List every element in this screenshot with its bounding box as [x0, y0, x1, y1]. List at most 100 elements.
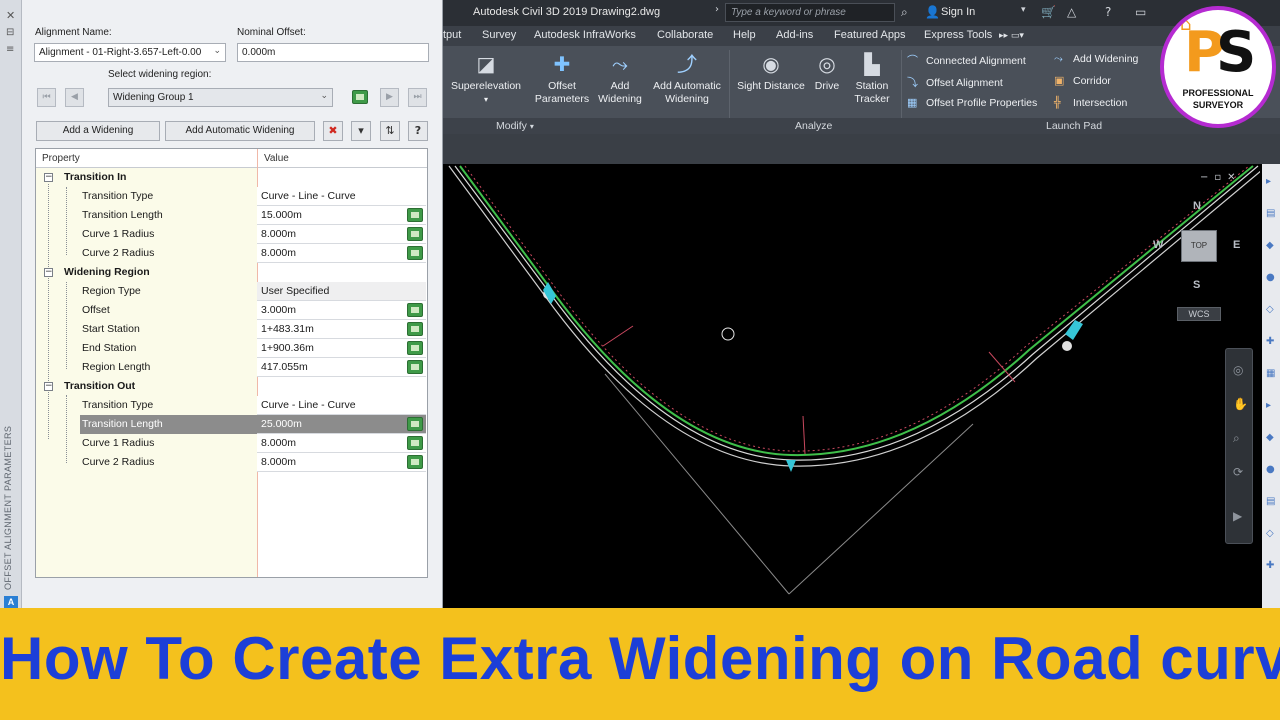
corridor-button[interactable]: ▣ Corridor	[1054, 74, 1111, 87]
chevron-down-icon[interactable]: ▾	[1021, 5, 1026, 15]
tab-express-tools[interactable]: Express Tools	[924, 29, 992, 41]
property-value[interactable]: 8.000m	[257, 244, 426, 263]
sight-distance-button[interactable]: ◉ Sight Distance	[733, 52, 809, 93]
add-automatic-widening-button-ribbon[interactable]: ⤴ Add Automatic Widening	[647, 52, 727, 106]
viewcube-top-face[interactable]: TOP	[1181, 230, 1217, 262]
tool-icon[interactable]: ▸	[1266, 176, 1271, 187]
exchange-icon[interactable]: △	[1067, 5, 1076, 19]
orbit-icon[interactable]: ⟳	[1233, 465, 1243, 479]
pick-from-drawing-icon[interactable]	[407, 360, 423, 374]
tool-icon[interactable]: ●	[1266, 464, 1275, 475]
viewport-controls[interactable]: −▫✕	[1200, 172, 1242, 183]
property-row[interactable]: Curve 2 Radius 8.000m	[36, 244, 427, 263]
tool-icon[interactable]: ◆	[1266, 240, 1274, 251]
pick-from-drawing-icon[interactable]	[407, 455, 423, 469]
pick-from-drawing-icon[interactable]	[407, 322, 423, 336]
close-icon[interactable]: ✕	[6, 9, 15, 22]
property-row[interactable]: Curve 2 Radius 8.000m	[36, 453, 427, 472]
sign-in-link[interactable]: Sign In	[941, 6, 975, 18]
property-value[interactable]: 1+483.31m	[257, 320, 426, 339]
pick-from-drawing-icon[interactable]	[407, 227, 423, 241]
search-input[interactable]: Type a keyword or phrase	[725, 3, 895, 22]
offset-alignment-button[interactable]: ⤵ Offset Alignment	[907, 74, 1003, 90]
minimize-icon[interactable]: ▭	[1135, 5, 1146, 19]
pick-from-drawing-icon[interactable]	[407, 208, 423, 222]
category-row-widening-region[interactable]: − Widening Region	[36, 263, 427, 282]
help-icon[interactable]: ?	[1105, 5, 1111, 19]
binoculars-icon[interactable]: ⌕	[901, 5, 908, 20]
grip-arrow[interactable]	[1065, 320, 1083, 340]
alignment-name-dropdown[interactable]: Alignment - 01-Right-3.657-Left-0.00 ⌄	[34, 43, 226, 62]
viewcube-north[interactable]: N	[1193, 200, 1201, 212]
pick-from-drawing-icon[interactable]	[407, 341, 423, 355]
zoom-icon[interactable]: ⌕	[1233, 431, 1240, 446]
tool-icon[interactable]: ▦	[1266, 368, 1275, 379]
offset-profile-properties-button[interactable]: ▦ Offset Profile Properties	[907, 96, 1037, 109]
collapse-icon[interactable]: −	[44, 382, 53, 391]
property-row[interactable]: Curve 1 Radius 8.000m	[36, 225, 427, 244]
superelevation-button[interactable]: ◪ Superelevation ▾	[448, 52, 524, 106]
tool-icon[interactable]: ◇	[1266, 304, 1274, 315]
add-widening-button-ribbon[interactable]: ⤳ Add Widening	[595, 52, 645, 106]
tool-icon[interactable]: ▤	[1266, 496, 1275, 507]
offset-parameters-button[interactable]: ✚ Offset Parameters	[529, 52, 595, 106]
tab-featured-apps[interactable]: Featured Apps	[834, 29, 906, 41]
tab-output[interactable]: tput	[443, 29, 461, 41]
delete-icon[interactable]: ✖	[323, 121, 343, 141]
pin-icon[interactable]: ⊟	[6, 27, 14, 38]
property-row[interactable]: Transition Type Curve - Line - Curve	[36, 187, 427, 206]
property-value[interactable]: Curve - Line - Curve	[257, 396, 426, 415]
tool-icon[interactable]: ◆	[1266, 432, 1274, 443]
chevron-right-icon[interactable]: ›	[715, 4, 719, 15]
property-row[interactable]: End Station 1+900.36m	[36, 339, 427, 358]
user-icon[interactable]: 👤	[925, 5, 940, 19]
category-row-transition-in[interactable]: − Transition In	[36, 168, 427, 187]
property-row[interactable]: Start Station 1+483.31m	[36, 320, 427, 339]
pick-from-drawing-icon[interactable]	[407, 417, 423, 431]
intersection-button[interactable]: ╬ Intersection	[1054, 96, 1127, 109]
property-value[interactable]: 417.055m	[257, 358, 426, 377]
help-icon[interactable]: ?	[408, 121, 428, 141]
property-value[interactable]: 8.000m	[257, 453, 426, 472]
viewcube-west[interactable]: W	[1153, 239, 1163, 251]
steering-wheel-icon[interactable]: ◎	[1233, 363, 1243, 377]
property-value[interactable]: 3.000m	[257, 301, 426, 320]
tab-survey[interactable]: Survey	[482, 29, 516, 41]
collapse-icon[interactable]: −	[44, 268, 53, 277]
next-region-button[interactable]: ▶	[380, 88, 399, 107]
add-automatic-widening-button[interactable]: Add Automatic Widening	[165, 121, 315, 141]
widening-region-dropdown[interactable]: Widening Group 1 ⌄	[108, 88, 333, 107]
tool-icon[interactable]: ✚	[1266, 560, 1274, 571]
property-value[interactable]: 1+900.36m	[257, 339, 426, 358]
modify-panel-title[interactable]: Modify ▾	[496, 120, 534, 132]
category-row-transition-out[interactable]: − Transition Out	[36, 377, 427, 396]
grip-arrow[interactable]	[543, 282, 556, 304]
tab-autodesk-infraworks[interactable]: Autodesk InfraWorks	[534, 29, 636, 41]
property-row[interactable]: Curve 1 Radius 8.000m	[36, 434, 427, 453]
nominal-offset-input[interactable]: 0.000m	[237, 43, 429, 62]
tab-add-ins[interactable]: Add-ins	[776, 29, 813, 41]
properties-icon[interactable]: ≡	[6, 44, 14, 55]
pick-region-icon[interactable]	[352, 90, 368, 104]
more-tabs-icon[interactable]: ▸▸ ▭▾	[999, 31, 1024, 41]
tool-icon[interactable]: ▸	[1266, 400, 1271, 411]
previous-region-button[interactable]: ◀	[65, 88, 84, 107]
tool-icon[interactable]: ▤	[1266, 208, 1275, 219]
property-value[interactable]: Curve - Line - Curve	[257, 187, 426, 206]
pick-from-drawing-icon[interactable]	[407, 303, 423, 317]
cart-icon[interactable]: 🛒	[1041, 5, 1056, 19]
pick-from-drawing-icon[interactable]	[407, 246, 423, 260]
tab-collaborate[interactable]: Collaborate	[657, 29, 713, 41]
viewcube-east[interactable]: E	[1233, 239, 1240, 251]
property-row[interactable]: Offset 3.000m	[36, 301, 427, 320]
pick-from-drawing-icon[interactable]	[407, 436, 423, 450]
wcs-menu[interactable]: WCS	[1177, 307, 1221, 321]
showmotion-icon[interactable]: ▶	[1233, 509, 1242, 523]
property-row[interactable]: Transition Length 15.000m	[36, 206, 427, 225]
property-value[interactable]: 25.000m	[257, 415, 426, 434]
filter-icon[interactable]: ▾	[351, 121, 371, 141]
tool-icon[interactable]: ◇	[1266, 528, 1274, 539]
station-tracker-button[interactable]: ▙ Station Tracker	[848, 52, 896, 106]
property-row[interactable]: Region Type User Specified	[36, 282, 427, 301]
add-widening-button[interactable]: Add a Widening	[36, 121, 160, 141]
